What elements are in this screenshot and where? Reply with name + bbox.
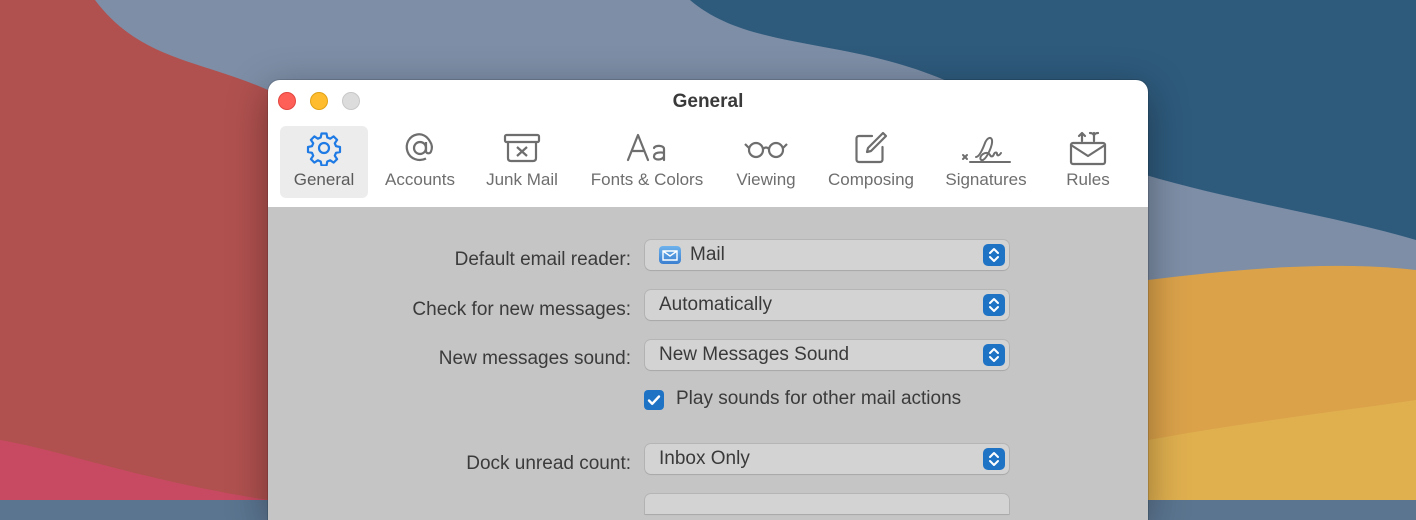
tab-composing-label: Composing [828, 170, 914, 189]
mail-app-icon [659, 246, 681, 264]
signature-icon [962, 136, 1011, 163]
font-aa-icon [626, 133, 666, 162]
new-sound-label: New messages sound: [438, 348, 631, 369]
next-setting-popup[interactable] [645, 494, 1009, 514]
tab-accounts[interactable]: Accounts [376, 126, 464, 198]
tab-viewing[interactable]: Viewing [724, 126, 808, 198]
tab-fonts-colors-label: Fonts & Colors [590, 170, 704, 189]
tab-fonts-colors[interactable]: Fonts & Colors [580, 126, 714, 198]
tab-signatures[interactable]: Signatures [934, 126, 1038, 198]
play-sounds-label: Play sounds for other mail actions [676, 388, 962, 409]
at-sign-icon [405, 133, 433, 162]
tab-signatures-label: Signatures [945, 170, 1027, 189]
tab-rules[interactable]: Rules [1046, 126, 1130, 198]
dock-unread-label: Dock unread count: [466, 453, 631, 474]
default-reader-label: Default email reader: [454, 249, 631, 270]
window-toolbar: General General Accounts Junk Mail Fonts… [268, 80, 1148, 208]
envelope-rules-icon [1069, 131, 1107, 166]
tab-junk-mail[interactable]: Junk Mail [474, 126, 570, 198]
tab-general[interactable]: General [280, 126, 368, 198]
checkmark-icon [647, 395, 661, 405]
mail-preferences-window: General General Accounts Junk Mail Fonts… [268, 80, 1148, 520]
window-title: General [672, 91, 744, 112]
default-reader-popup[interactable]: Mail [645, 240, 1009, 270]
default-reader-value: Mail [690, 244, 725, 265]
glasses-icon [744, 141, 788, 159]
chevron-updown-icon [983, 448, 1005, 470]
new-sound-popup[interactable]: New Messages Sound [645, 340, 1009, 370]
check-messages-value: Automatically [659, 294, 772, 315]
chevron-updown-icon [983, 244, 1005, 266]
gear-icon [306, 132, 342, 166]
check-messages-popup[interactable]: Automatically [645, 290, 1009, 320]
check-messages-label: Check for new messages: [412, 299, 631, 320]
chevron-updown-icon [983, 344, 1005, 366]
dock-unread-popup[interactable]: Inbox Only [645, 444, 1009, 474]
tab-junk-mail-label: Junk Mail [486, 170, 558, 189]
new-sound-value: New Messages Sound [659, 344, 850, 365]
chevron-updown-icon [983, 294, 1005, 316]
tab-composing[interactable]: Composing [818, 126, 924, 198]
tab-rules-label: Rules [1066, 170, 1110, 189]
compose-icon [855, 131, 888, 164]
tab-general-label: General [293, 170, 355, 189]
junk-bin-icon [503, 133, 541, 163]
tab-viewing-label: Viewing [736, 170, 796, 189]
tab-accounts-label: Accounts [385, 170, 455, 189]
general-settings-pane: Default email reader: Mail Check for new… [268, 207, 1148, 520]
dock-unread-value: Inbox Only [659, 448, 750, 469]
play-sounds-checkbox[interactable] [644, 390, 664, 410]
